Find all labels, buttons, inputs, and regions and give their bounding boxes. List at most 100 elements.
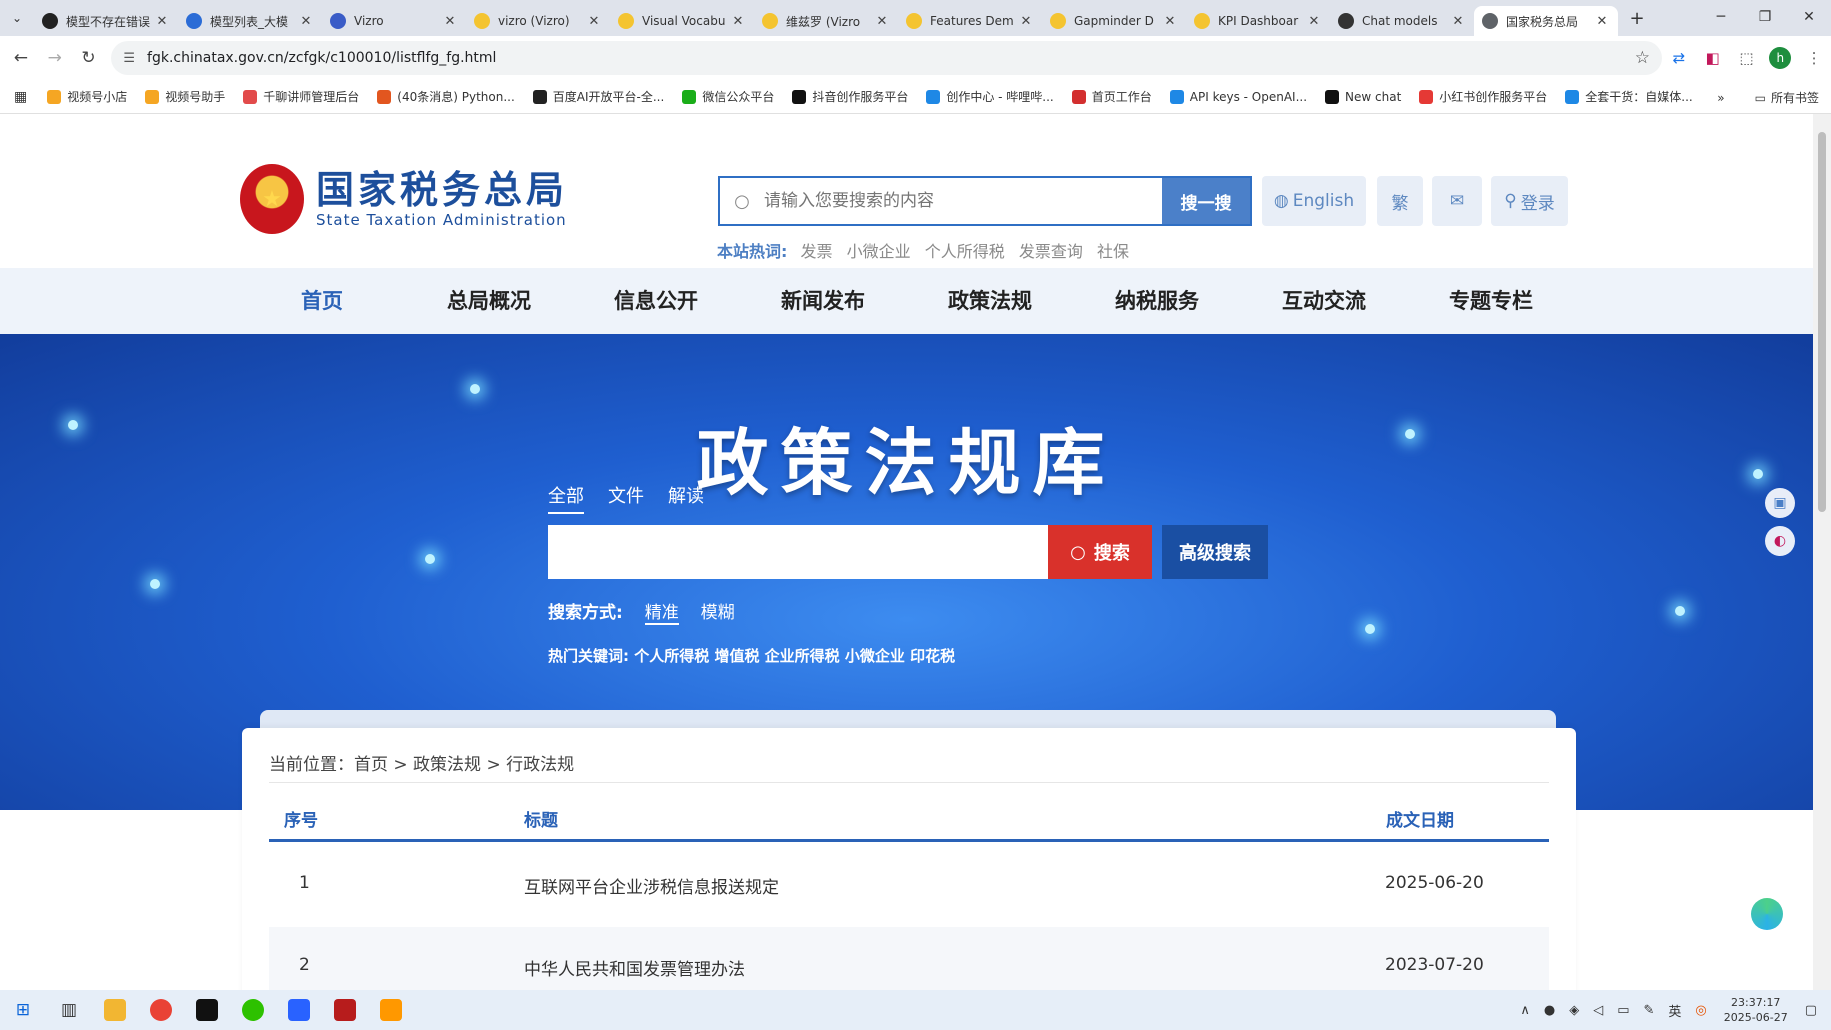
new-tab-icon[interactable]: + bbox=[1622, 8, 1652, 29]
hot-word-link[interactable]: 发票 bbox=[801, 242, 833, 261]
browser-tab[interactable]: vizro (Vizro) ✕ bbox=[466, 6, 610, 36]
pdf-app-icon[interactable] bbox=[322, 990, 368, 1030]
nav-overview[interactable]: 总局概况 bbox=[447, 268, 531, 334]
qr-code-icon[interactable]: ▣ bbox=[1765, 488, 1795, 518]
nav-tax-service[interactable]: 纳税服务 bbox=[1115, 268, 1199, 334]
row-title-link[interactable]: 中华人民共和国发票管理办法 bbox=[524, 955, 745, 980]
bookmark-item[interactable]: New chat bbox=[1325, 89, 1401, 104]
url-field[interactable]: ☰ fgk.chinatax.gov.cn/zcfgk/c100010/list… bbox=[111, 41, 1662, 75]
bookmark-item[interactable]: 抖音创作服务平台 bbox=[792, 88, 908, 105]
hot-word-link[interactable]: 小微企业 bbox=[847, 242, 911, 261]
browser-tab[interactable]: Features Dem ✕ bbox=[898, 6, 1042, 36]
policy-search-input[interactable] bbox=[548, 525, 1048, 579]
browser-tab[interactable]: KPI Dashboar ✕ bbox=[1186, 6, 1330, 36]
notification-icon[interactable]: ▢ bbox=[1805, 1003, 1817, 1018]
app-tray-icon[interactable]: ◎ bbox=[1695, 1003, 1706, 1018]
extensions-puzzle-icon[interactable]: ⬚ bbox=[1730, 49, 1764, 67]
clock[interactable]: 23:37:17 2025-06-27 bbox=[1724, 995, 1788, 1025]
profile-avatar[interactable]: h bbox=[1769, 47, 1792, 69]
all-bookmarks-link[interactable]: 所有书签 bbox=[1771, 89, 1819, 106]
bookmark-item[interactable]: 小红书创作服务平台 bbox=[1419, 88, 1547, 105]
tab-close-icon[interactable]: ✕ bbox=[298, 14, 314, 29]
restore-icon[interactable]: ❐ bbox=[1743, 0, 1787, 36]
assistant-float-icon[interactable] bbox=[1751, 898, 1783, 930]
nav-special[interactable]: 专题专栏 bbox=[1449, 268, 1533, 334]
microphone-icon[interactable]: ● bbox=[1544, 1003, 1555, 1018]
login-button[interactable]: ⚲ 登录 bbox=[1491, 176, 1568, 226]
browser-tab[interactable]: Gapminder D ✕ bbox=[1042, 6, 1186, 36]
traditional-chinese-button[interactable]: 繁 bbox=[1377, 176, 1423, 226]
close-window-icon[interactable]: ✕ bbox=[1787, 0, 1831, 36]
network-icon[interactable]: ▭ bbox=[1617, 1003, 1629, 1018]
sublime-icon[interactable] bbox=[368, 990, 414, 1030]
tab-close-icon[interactable]: ✕ bbox=[730, 14, 746, 29]
bookmark-item[interactable]: 视频号小店 bbox=[47, 88, 127, 105]
banner-hot-words[interactable]: 个人所得税 增值税 企业所得税 小微企业 印花税 bbox=[634, 647, 955, 665]
page-scrollbar[interactable] bbox=[1813, 114, 1831, 990]
bookmark-item[interactable]: 首页工作台 bbox=[1071, 88, 1152, 105]
bookmark-item[interactable]: 视频号助手 bbox=[145, 88, 225, 105]
back-icon[interactable]: ← bbox=[4, 48, 38, 68]
hot-word-link[interactable]: 个人所得税 bbox=[925, 242, 1005, 261]
english-button[interactable]: ◍ English bbox=[1262, 176, 1366, 226]
security-icon[interactable]: ◈ bbox=[1569, 1003, 1579, 1018]
tab-close-icon[interactable]: ✕ bbox=[1162, 14, 1178, 29]
tab-close-icon[interactable]: ✕ bbox=[1306, 14, 1322, 29]
nav-policy[interactable]: 政策法规 bbox=[948, 268, 1032, 334]
chevron-up-icon[interactable]: ∧ bbox=[1520, 1003, 1530, 1018]
task-view-icon[interactable]: ▥ bbox=[46, 990, 92, 1030]
bookmark-star-icon[interactable]: ☆ bbox=[1635, 48, 1650, 68]
browser-tab[interactable]: Visual Vocabu ✕ bbox=[610, 6, 754, 36]
bookmark-item[interactable]: 百度AI开放平台-全... bbox=[532, 88, 664, 105]
browser-tab[interactable]: 国家税务总局 ✕ bbox=[1474, 6, 1618, 36]
table-row[interactable]: 2 中华人民共和国发票管理办法 2023-07-20 bbox=[269, 927, 1549, 990]
start-icon[interactable]: ⊞ bbox=[0, 990, 46, 1030]
site-logo[interactable]: ★ 国家税务总局 State Taxation Administration bbox=[240, 164, 568, 234]
mail-icon[interactable]: ✉ bbox=[1432, 176, 1482, 226]
nav-disclosure[interactable]: 信息公开 bbox=[614, 268, 698, 334]
scrollbar-thumb[interactable] bbox=[1818, 132, 1826, 512]
chevron-right-icon[interactable]: » bbox=[1717, 91, 1724, 105]
reload-icon[interactable]: ↻ bbox=[72, 48, 106, 68]
row-title-link[interactable]: 互联网平台企业涉税信息报送规定 bbox=[524, 873, 779, 898]
browser-tab[interactable]: Vizro ✕ bbox=[322, 6, 466, 36]
tab-search-icon[interactable]: ⌄ bbox=[0, 0, 34, 36]
site-search-button[interactable]: 搜一搜 bbox=[1162, 178, 1250, 224]
bookmark-item[interactable]: (40条消息) Python... bbox=[377, 88, 515, 105]
tab-close-icon[interactable]: ✕ bbox=[442, 14, 458, 29]
bookmark-item[interactable]: 创作中心 - 哔哩哔... bbox=[926, 88, 1054, 105]
extension-icon[interactable]: ◧ bbox=[1696, 49, 1730, 67]
tab-close-icon[interactable]: ✕ bbox=[154, 14, 170, 29]
bookmark-item[interactable]: 微信公众平台 bbox=[682, 88, 774, 105]
browser-tab[interactable]: 维兹罗 (Vizro ✕ bbox=[754, 6, 898, 36]
browser-tab[interactable]: 模型不存在错误 ✕ bbox=[34, 6, 178, 36]
mode-exact[interactable]: 精准 bbox=[644, 603, 679, 625]
bookmark-item[interactable]: 千聊讲师管理后台 bbox=[243, 88, 359, 105]
nav-home[interactable]: 首页 bbox=[301, 268, 343, 334]
bookmark-item[interactable]: API keys - OpenAI... bbox=[1169, 89, 1307, 104]
tab-close-icon[interactable]: ✕ bbox=[1594, 14, 1610, 29]
policy-search-button[interactable]: ○ 搜索 bbox=[1048, 525, 1152, 579]
file-explorer-icon[interactable] bbox=[92, 990, 138, 1030]
forward-icon[interactable]: → bbox=[38, 48, 72, 68]
tab-close-icon[interactable]: ✕ bbox=[1450, 14, 1466, 29]
browser-tab[interactable]: Chat models ✕ bbox=[1330, 6, 1474, 36]
app-icon[interactable] bbox=[184, 990, 230, 1030]
browser-tab[interactable]: 模型列表_大模 ✕ bbox=[178, 6, 322, 36]
tab-close-icon[interactable]: ✕ bbox=[874, 14, 890, 29]
pen-icon[interactable]: ✎ bbox=[1644, 1003, 1655, 1018]
advanced-search-button[interactable]: 高级搜索 bbox=[1162, 525, 1268, 579]
tab-close-icon[interactable]: ✕ bbox=[586, 14, 602, 29]
translate-icon[interactable]: ⇄ bbox=[1662, 49, 1696, 67]
hot-word-link[interactable]: 发票查询 bbox=[1019, 242, 1083, 261]
more-menu-icon[interactable]: ⋮ bbox=[1797, 49, 1831, 67]
nav-news[interactable]: 新闻发布 bbox=[781, 268, 865, 334]
minimize-icon[interactable]: ─ bbox=[1699, 0, 1743, 36]
hot-word-link[interactable]: 社保 bbox=[1097, 242, 1129, 261]
ime-icon[interactable]: 英 bbox=[1668, 1001, 1681, 1020]
tab-close-icon[interactable]: ✕ bbox=[1018, 14, 1034, 29]
mode-fuzzy[interactable]: 模糊 bbox=[701, 603, 735, 623]
table-row[interactable]: 1 互联网平台企业涉税信息报送规定 2025-06-20 bbox=[269, 845, 1549, 927]
volume-icon[interactable]: ◁ bbox=[1593, 1003, 1603, 1018]
bookmark-item[interactable]: 全套干货：自媒体... bbox=[1565, 88, 1693, 105]
